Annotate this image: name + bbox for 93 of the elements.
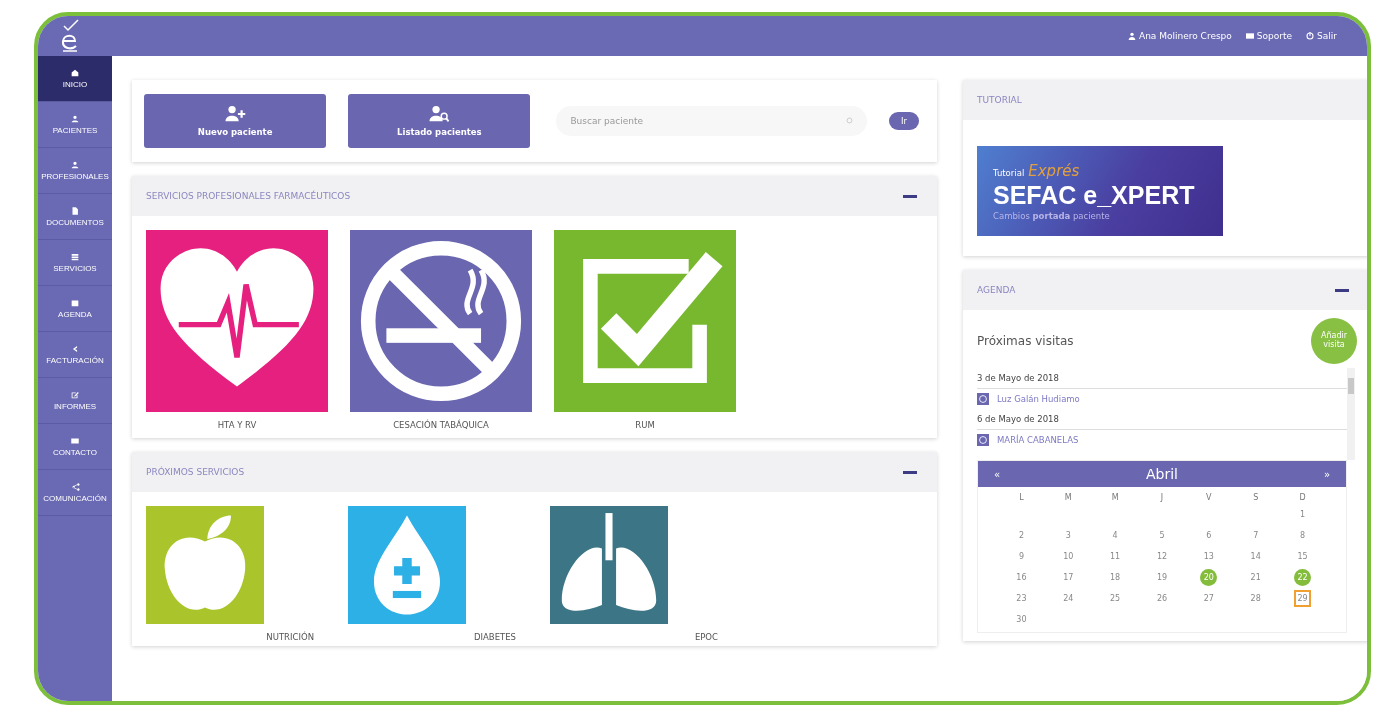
scrollbar[interactable] <box>1347 368 1355 460</box>
calendar-day[interactable]: 4 <box>1106 527 1124 544</box>
calendar-day[interactable]: 3 <box>1059 527 1077 544</box>
calendar-day[interactable]: 6 <box>1200 527 1218 544</box>
document-icon <box>70 206 80 216</box>
add-visit-button[interactable]: Añadir visita <box>1311 318 1357 364</box>
support-link[interactable]: Soporte <box>1245 31 1293 41</box>
collapse-icon[interactable] <box>903 194 917 198</box>
user-icon <box>70 114 80 124</box>
weekday-label: V <box>1205 493 1213 502</box>
power-icon <box>1306 32 1315 40</box>
calendar-day[interactable]: 20 <box>1200 569 1218 586</box>
calendar-day[interactable]: 27 <box>1200 590 1218 607</box>
calendar-day[interactable]: 22 <box>1294 569 1312 586</box>
lungs-tile-icon[interactable] <box>550 506 668 624</box>
tile-label: DIABETES <box>473 632 516 642</box>
banner-label: Tutorial <box>993 167 1025 178</box>
calendar-day[interactable]: 13 <box>1200 548 1218 565</box>
logout-link[interactable]: Salir <box>1306 31 1337 41</box>
home-icon <box>70 68 80 78</box>
apple-tile-icon[interactable] <box>146 506 264 624</box>
patient-link[interactable]: MARÍA CABANELAS <box>997 435 1079 445</box>
collapse-icon[interactable] <box>903 470 917 474</box>
weekday-label: D <box>1298 493 1307 502</box>
weekday-label: L <box>1018 493 1025 502</box>
weekday-label: M <box>1110 493 1120 502</box>
calendar-day[interactable]: 15 <box>1294 548 1312 565</box>
user-link[interactable]: Ana Molinero Crespo <box>1128 31 1232 41</box>
tile-label: HTA Y RV <box>217 420 257 430</box>
banner-title: SEFAC e_XPERT <box>993 180 1196 210</box>
calendar-day[interactable]: 24 <box>1059 590 1077 607</box>
calendar-day[interactable]: 30 <box>1012 611 1030 628</box>
sidebar-item[interactable]: INICIO <box>38 56 112 102</box>
agenda-heading: Próximas visitas <box>977 334 1074 348</box>
calendar-day[interactable]: 8 <box>1294 527 1312 544</box>
section-title: TUTORIAL <box>977 95 1022 105</box>
calendar-day[interactable]: 28 <box>1247 590 1265 607</box>
edit-icon <box>70 390 80 400</box>
patient-list-button[interactable]: Listado pacientes <box>348 94 531 148</box>
mail-icon <box>70 436 80 446</box>
heart-tile-icon[interactable] <box>146 230 328 412</box>
calendar-day[interactable]: 17 <box>1059 569 1077 586</box>
next-month-button[interactable]: » <box>1323 468 1330 480</box>
calendar-day[interactable]: 25 <box>1106 590 1124 607</box>
calendar-day[interactable]: 9 <box>1012 548 1030 565</box>
visit-date: 6 de Mayo de 2018 <box>977 409 1347 430</box>
drop-tile-icon[interactable] <box>348 506 466 624</box>
check-tile-icon[interactable] <box>554 230 736 412</box>
list-icon <box>70 252 80 262</box>
go-button[interactable]: Ir <box>889 112 919 130</box>
calendar-day[interactable]: 23 <box>1012 590 1030 607</box>
calendar-day[interactable]: 7 <box>1247 527 1265 544</box>
visit-date: 3 de Mayo de 2018 <box>977 368 1347 389</box>
tile-label: RUM <box>635 420 655 430</box>
search-field[interactable]: Buscar paciente <box>556 106 868 136</box>
user-search-icon <box>428 105 451 123</box>
add-user-icon <box>224 105 247 123</box>
user-icon <box>1128 32 1136 40</box>
calendar-day[interactable]: 19 <box>1153 569 1171 586</box>
banner-subtitle: Cambios portada paciente <box>993 210 1111 221</box>
calendar-day[interactable]: 5 <box>1153 527 1171 544</box>
banner-accent: Exprés <box>1028 161 1080 180</box>
calendar-day[interactable]: 10 <box>1059 548 1077 565</box>
section-title: AGENDA <box>977 285 1016 295</box>
envelope-icon <box>1245 32 1254 40</box>
tile-label: CESACIÓN TABÁQUICA <box>393 420 489 430</box>
weekday-label: J <box>1159 493 1165 502</box>
share-icon <box>70 482 80 492</box>
calendar-day[interactable]: 18 <box>1106 569 1124 586</box>
new-patient-button[interactable]: Nuevo paciente <box>144 94 327 148</box>
calendar-day[interactable]: 14 <box>1247 548 1265 565</box>
calendar-day[interactable]: 2 <box>1012 527 1030 544</box>
collapse-icon[interactable] <box>1335 288 1349 292</box>
calendar-day[interactable]: 21 <box>1247 569 1265 586</box>
calendar-day[interactable]: 26 <box>1153 590 1171 607</box>
section-title: PRÓXIMOS SERVICIOS <box>146 467 245 477</box>
nosmoking-tile-icon[interactable] <box>350 230 532 412</box>
calendar-day[interactable]: 29 <box>1294 590 1312 607</box>
prev-month-button[interactable]: « <box>994 468 1001 480</box>
patient-link[interactable]: Luz Galán Hudiamo <box>997 394 1080 404</box>
calendar-day[interactable]: 16 <box>1012 569 1030 586</box>
calendar-day[interactable]: 1 <box>1294 506 1312 523</box>
section-title: SERVICIOS PROFESIONALES FARMACÉUTICOS <box>146 191 351 201</box>
tutorial-banner[interactable]: Tutorial Exprés SEFAC e_XPERT Cambios portada paciente <box>977 146 1223 236</box>
calendar-icon <box>70 298 80 308</box>
month-title: Abril <box>1146 466 1178 482</box>
tile-label: EPOC <box>694 632 718 642</box>
calendar-day[interactable]: 12 <box>1153 548 1171 565</box>
weekday-label: M <box>1063 493 1073 502</box>
user-icon <box>70 160 80 170</box>
weekday-label: S <box>1252 493 1260 502</box>
tile-label: NUTRICIÓN <box>266 632 314 642</box>
calendar-day[interactable]: 11 <box>1106 548 1124 565</box>
